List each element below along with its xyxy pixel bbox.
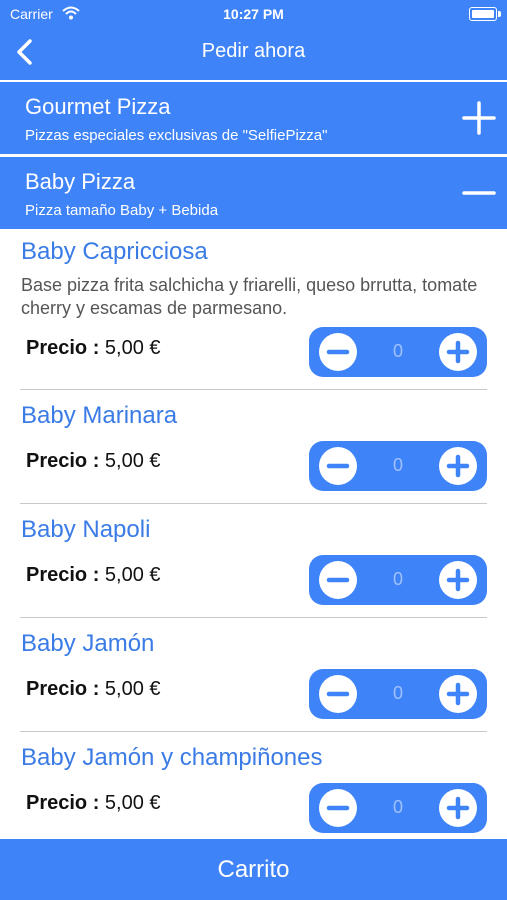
plus-icon <box>462 101 496 135</box>
menu-item: Baby Capricciosa Base pizza frita salchi… <box>0 230 507 390</box>
increase-button[interactable] <box>439 333 477 371</box>
clock-time: 10:27 PM <box>223 6 284 22</box>
section-gourmet-pizza[interactable]: Gourmet Pizza Pizzas especiales exclusiv… <box>0 82 507 154</box>
price-label: Precio : <box>26 564 100 586</box>
plus-icon <box>446 340 470 364</box>
quantity-stepper: 0 <box>309 555 487 605</box>
quantity-stepper: 0 <box>309 783 487 833</box>
quantity-stepper: 0 <box>309 327 487 377</box>
item-name: Baby Jamón <box>21 630 155 657</box>
section-title: Baby Pizza <box>25 169 136 194</box>
page-title: Pedir ahora <box>201 40 306 62</box>
quantity-stepper: 0 <box>309 441 487 491</box>
increase-button[interactable] <box>439 447 477 485</box>
item-name: Baby Jamón y champiñones <box>21 744 323 771</box>
item-price: Precio : 5,00 € <box>26 678 161 701</box>
plus-icon <box>446 682 470 706</box>
plus-icon <box>446 568 470 592</box>
price-value: 5,00 € <box>104 792 161 814</box>
menu-item: Baby Jamón y champiñones Precio : 5,00 €… <box>0 736 507 839</box>
price-value: 5,00 € <box>104 678 161 700</box>
section-baby-pizza[interactable]: Baby Pizza Pizza tamaño Baby + Bebida <box>0 157 507 229</box>
section-subtitle: Pizzas especiales exclusivas de "SelfieP… <box>25 127 328 144</box>
increase-button[interactable] <box>439 675 477 713</box>
divider <box>20 503 487 504</box>
section-title: Gourmet Pizza <box>25 94 171 119</box>
item-name: Baby Capricciosa <box>21 238 208 265</box>
battery-icon <box>469 7 501 21</box>
item-name: Baby Marinara <box>21 402 178 429</box>
section-subtitle: Pizza tamaño Baby + Bebida <box>25 202 219 219</box>
price-value: 5,00 € <box>104 564 161 586</box>
divider <box>20 617 487 618</box>
cart-button[interactable]: Carrito <box>0 839 507 900</box>
top-bar: Carrier 10:27 PM Pedir ahora <box>0 0 507 80</box>
navigation-bar: Pedir ahora <box>0 30 507 74</box>
plus-icon <box>446 454 470 478</box>
increase-button[interactable] <box>439 561 477 599</box>
expand-button[interactable] <box>461 100 497 136</box>
price-value: 5,00 € <box>104 337 161 359</box>
item-price: Precio : 5,00 € <box>26 450 161 473</box>
price-label: Precio : <box>26 678 100 700</box>
price-label: Precio : <box>26 450 100 472</box>
divider <box>20 731 487 732</box>
menu-item: Baby Marinara Precio : 5,00 € 0 <box>0 394 507 504</box>
price-value: 5,00 € <box>104 450 161 472</box>
collapse-button[interactable] <box>461 175 497 211</box>
menu-item: Baby Jamón Precio : 5,00 € 0 <box>0 622 507 732</box>
item-price: Precio : 5,00 € <box>26 792 161 815</box>
price-label: Precio : <box>26 337 100 359</box>
increase-button[interactable] <box>439 789 477 827</box>
minus-icon <box>462 191 496 195</box>
plus-icon <box>446 796 470 820</box>
divider <box>20 389 487 390</box>
item-price: Precio : 5,00 € <box>26 564 161 587</box>
price-label: Precio : <box>26 792 100 814</box>
item-price: Precio : 5,00 € <box>26 337 161 360</box>
quantity-stepper: 0 <box>309 669 487 719</box>
menu-item: Baby Napoli Precio : 5,00 € 0 <box>0 508 507 618</box>
status-bar: Carrier 10:27 PM <box>0 6 507 24</box>
item-name: Baby Napoli <box>21 516 151 543</box>
item-description: Base pizza frita salchicha y friarelli, … <box>21 275 478 318</box>
